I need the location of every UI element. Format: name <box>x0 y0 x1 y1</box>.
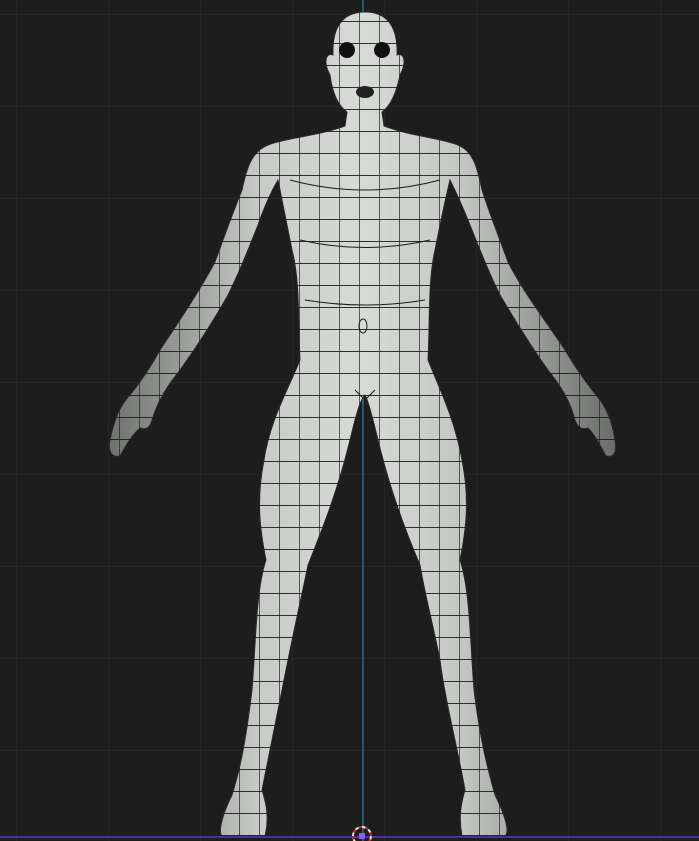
eye-right <box>374 42 390 58</box>
scene <box>0 0 699 841</box>
eye-left <box>339 42 355 58</box>
mouth <box>356 86 374 98</box>
3d-cursor-icon[interactable] <box>353 827 371 841</box>
3d-viewport[interactable] <box>0 0 699 841</box>
wireframe <box>0 0 699 841</box>
human-mesh[interactable] <box>0 0 699 841</box>
